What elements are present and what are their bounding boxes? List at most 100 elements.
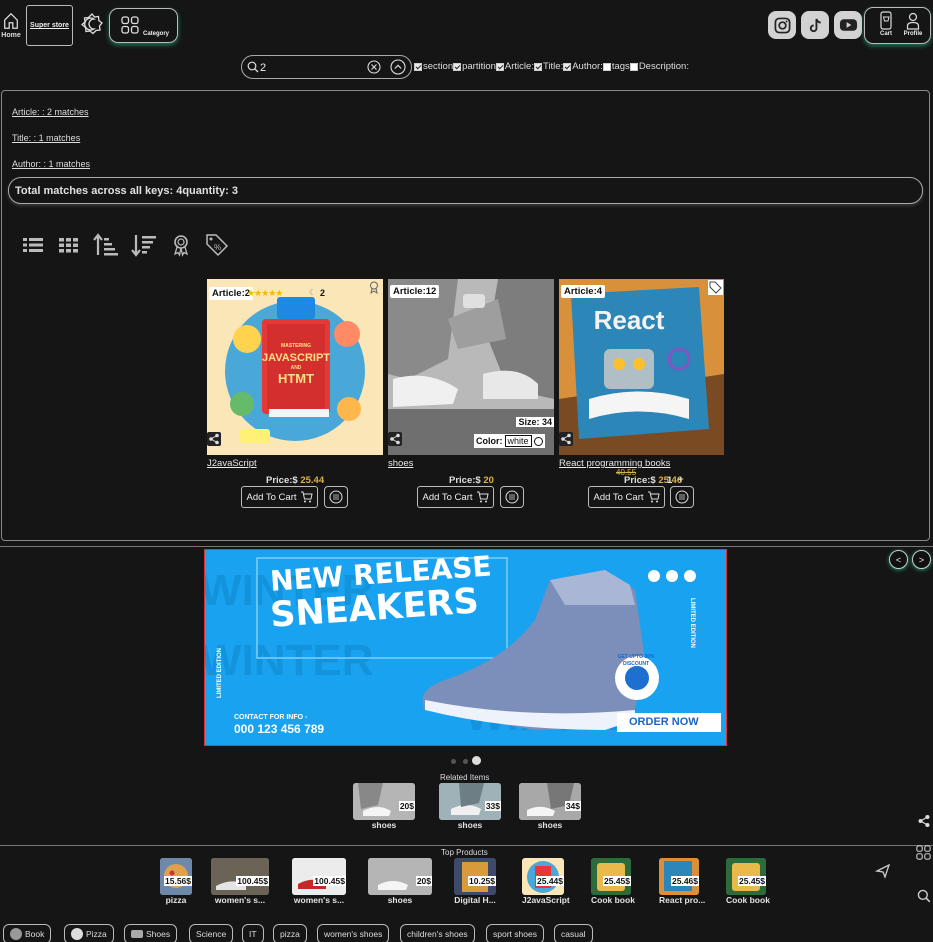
discount-tag-icon[interactable]: % [204,232,230,258]
top-product-item[interactable]: 25.45$ Cook book [726,858,770,905]
compare-button[interactable] [500,486,524,508]
top-product-thumb[interactable]: 100.45$ [211,858,269,895]
tag-womens-shoes[interactable]: women's shoes [317,924,390,942]
discount-tag-icon[interactable] [708,280,723,295]
share-icon[interactable] [559,432,573,446]
related-thumb[interactable]: 34$ [519,783,581,820]
related-thumb[interactable]: 20$ [353,783,415,820]
search-icon[interactable] [917,889,931,903]
carousel-dot[interactable] [451,759,456,764]
filter-article[interactable]: Article: [495,61,534,72]
product-image[interactable]: Article:12 Size: 34 Color: white [388,279,554,455]
product-name[interactable]: shoes [388,458,413,469]
related-item[interactable]: 33$ shoes [439,783,501,830]
tag-pizza-2[interactable]: pizza [273,924,307,942]
share-icon[interactable] [916,813,932,829]
add-to-cart-button[interactable]: Add To Cart [588,486,665,508]
tag-it[interactable]: IT [242,924,264,942]
banner-next-button[interactable]: > [912,550,931,569]
top-product-thumb[interactable]: 100.45$ [292,858,346,895]
related-item[interactable]: 20$ shoes [353,783,415,830]
top-product-item[interactable]: 25.46$ React pro... [659,858,705,905]
carousel-dot-active[interactable] [472,756,481,765]
top-product-item[interactable]: 25.44$ J2avaScript [522,858,570,905]
top-product-item[interactable]: 100.45$ women's s... [292,858,346,905]
chevron-up-icon[interactable] [390,59,406,75]
product-name[interactable]: J2avaScript [207,458,257,469]
top-product-thumb[interactable]: 25.45$ [591,858,631,895]
cart-button[interactable]: Cart [873,11,899,37]
product-card[interactable]: Article:12 Size: 34 Color: white shoes P… [388,279,554,508]
product-image[interactable]: React Article:4 [559,279,724,455]
search-input[interactable] [260,60,360,75]
color-option[interactable]: white [504,435,532,447]
award-icon[interactable] [367,280,381,294]
tag-science[interactable]: Science [189,924,234,942]
top-product-thumb[interactable]: 25.46$ [659,858,699,895]
product-image[interactable]: MASTERING JAVASCRIPT AND HTMT Article:2 ★★★… [207,279,383,455]
carousel-dot[interactable] [463,759,468,764]
tag-casual[interactable]: casual [554,924,593,942]
add-to-cart-button[interactable]: Add To Cart [417,486,494,508]
promo-banner[interactable]: WINTERWINTERWINTER NEW RELEASE SNEAKERS … [204,549,727,746]
add-to-cart-button[interactable]: Add To Cart [241,486,318,508]
award-icon[interactable] [168,232,194,258]
tag-shoes[interactable]: Shoes [124,924,178,942]
related-thumb[interactable]: 33$ [439,783,501,820]
match-author-link[interactable]: Author: : 1 matches [12,159,90,169]
profile-button[interactable]: Profile [900,11,926,37]
filter-author[interactable]: Author: [563,61,603,72]
match-title-link[interactable]: Title: : 1 matches [12,133,80,143]
tag-sport-shoes[interactable]: sport shoes [486,924,544,942]
related-item[interactable]: 34$ shoes [519,783,581,830]
instagram-icon[interactable] [768,11,796,39]
filter-partition[interactable]: partition [453,61,496,72]
compare-button[interactable] [324,486,348,508]
brand-logo[interactable]: Super store [26,5,73,46]
filter-title[interactable]: Title: [533,61,563,72]
product-card[interactable]: React Article:4 React programming books … [559,279,724,508]
filter-section[interactable]: section [414,61,453,72]
banner-prev-button[interactable]: < [889,550,908,569]
top-product-thumb[interactable]: 15.56$ [160,858,192,895]
clear-icon[interactable] [367,60,381,74]
filter-description[interactable]: Description: [629,61,689,72]
share-icon[interactable] [207,432,221,446]
top-product-item[interactable]: 20$ shoes [368,858,432,905]
quantity-plus-button[interactable]: + [678,474,684,485]
sort-ascending-icon[interactable] [92,232,118,258]
banner-order-button[interactable]: ORDER NOW [629,716,699,728]
color-swatch[interactable] [533,436,543,446]
top-product-thumb[interactable]: 25.45$ [726,858,766,895]
tiktok-icon[interactable] [801,11,829,39]
filter-tags[interactable]: tags [602,61,630,72]
top-product-item[interactable]: 10.25$ Digital H... [454,858,496,905]
theme-toggle-icon[interactable] [80,12,104,36]
grid-view-icon[interactable] [56,232,82,258]
youtube-icon[interactable] [834,11,862,39]
sort-descending-icon[interactable] [130,232,156,258]
top-product-item[interactable]: 15.56$ pizza [160,858,192,905]
tag-pizza[interactable]: Pizza [64,924,114,942]
compare-button[interactable] [670,486,694,508]
navigation-arrow-icon[interactable] [875,863,891,879]
list-view-icon[interactable] [20,232,46,258]
tag-book[interactable]: Book [3,924,52,942]
top-product-item[interactable]: 100.45$ women's s... [211,858,269,905]
color-selector[interactable]: Color: white [474,434,545,448]
related-price: 34$ [564,801,581,811]
top-product-thumb[interactable]: 25.44$ [522,858,564,895]
top-product-thumb[interactable]: 10.25$ [454,858,496,895]
top-product-thumb[interactable]: 20$ [368,858,432,895]
product-name[interactable]: React programming books [559,458,670,469]
home-nav[interactable]: Home [0,12,22,39]
grid-icon[interactable] [916,845,931,860]
shoes-photo [388,279,554,455]
tag-childrens-shoes[interactable]: children's shoes [400,924,475,942]
top-product-name: J2avaScript [522,895,570,905]
top-product-item[interactable]: 25.45$ Cook book [591,858,635,905]
match-article-link[interactable]: Article: : 2 matches [12,107,89,117]
share-icon[interactable] [388,432,402,446]
category-button[interactable]: Category [109,8,178,43]
product-card[interactable]: MASTERING JAVASCRIPT AND HTMT Article:2 ★★★… [207,279,383,508]
